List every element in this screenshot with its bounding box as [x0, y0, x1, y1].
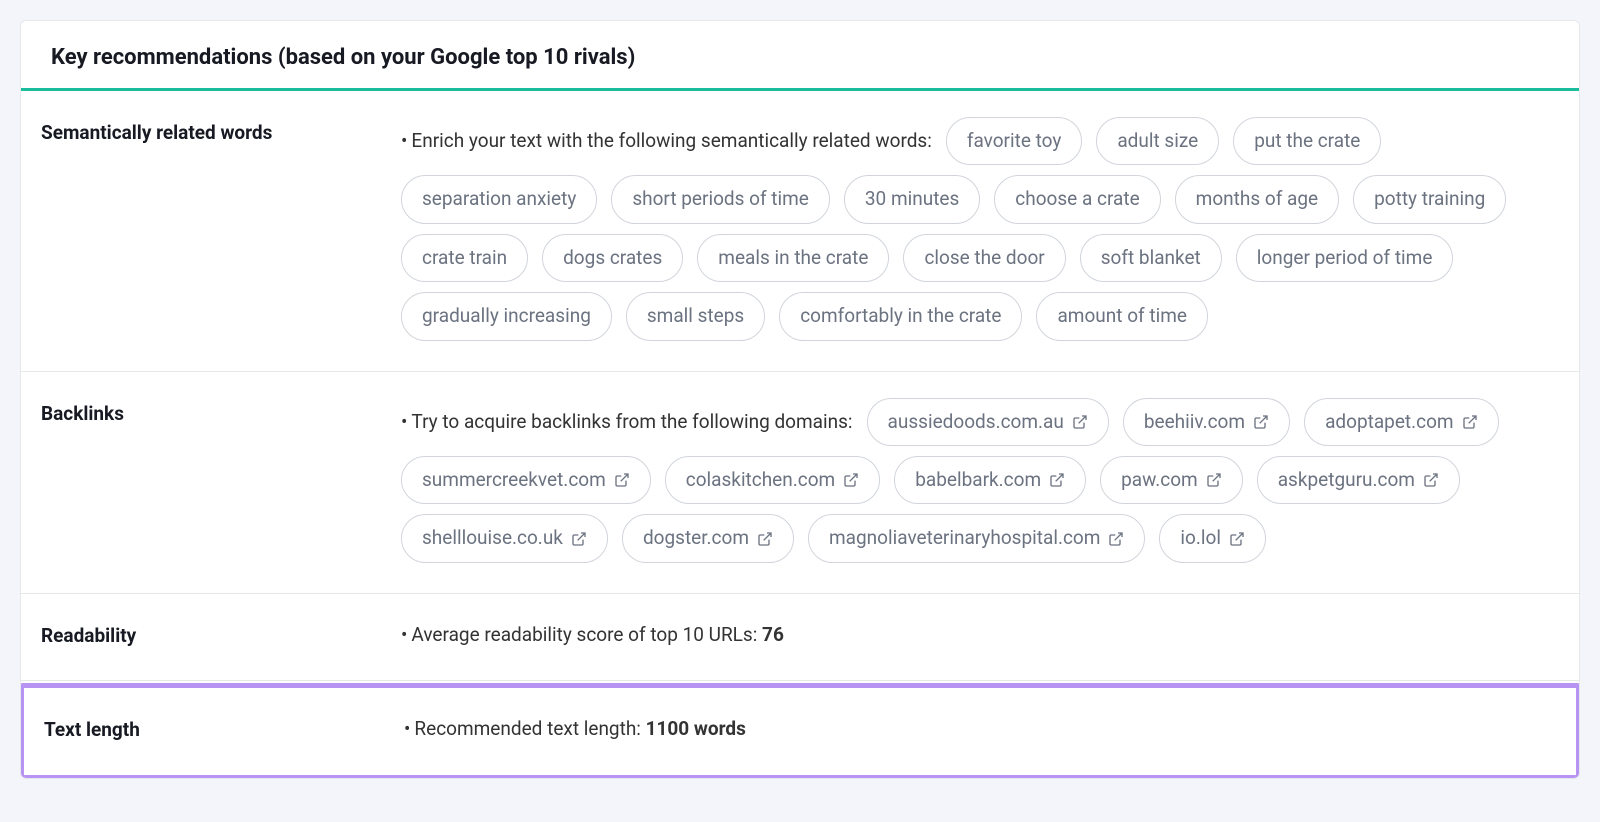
semantic-word-pill[interactable]: close the door [903, 234, 1065, 282]
external-link-icon [757, 531, 773, 547]
backlink-domain-pill[interactable]: askpetguru.com [1257, 456, 1460, 504]
semantic-word-pill[interactable]: longer period of time [1236, 234, 1454, 282]
external-link-icon [571, 531, 587, 547]
external-link-icon [614, 472, 630, 488]
semantic-lead: •Enrich your text with the following sem… [401, 119, 932, 163]
textlength-text: Recommended text length: [414, 717, 640, 740]
semantic-word-pill[interactable]: amount of time [1036, 292, 1207, 340]
semantic-word-pill[interactable]: months of age [1175, 175, 1339, 223]
section-semantic-words: Semantically related words •Enrich your … [21, 91, 1579, 372]
external-link-icon [1108, 531, 1124, 547]
semantic-word-pill[interactable]: short periods of time [611, 175, 830, 223]
backlink-domain-pill[interactable]: babelbark.com [894, 456, 1086, 504]
external-link-icon [1072, 414, 1088, 430]
section-content-semantic: •Enrich your text with the following sem… [401, 117, 1549, 341]
section-content-readability: •Average readability score of top 10 URL… [401, 620, 1549, 650]
semantic-word-pill[interactable]: meals in the crate [697, 234, 889, 282]
external-link-icon [1462, 414, 1478, 430]
semantic-word-pill[interactable]: 30 minutes [844, 175, 980, 223]
section-content-backlinks: •Try to acquire backlinks from the follo… [401, 398, 1549, 563]
backlink-domain-pill[interactable]: paw.com [1100, 456, 1243, 504]
semantic-word-pill[interactable]: adult size [1096, 117, 1219, 165]
external-link-icon [1423, 472, 1439, 488]
external-link-icon [1253, 414, 1269, 430]
semantic-word-pill[interactable]: potty training [1353, 175, 1506, 223]
section-label-textlength: Text length [44, 714, 404, 744]
section-label-readability: Readability [41, 620, 401, 650]
semantic-word-pill[interactable]: crate train [401, 234, 528, 282]
external-link-icon [1229, 531, 1245, 547]
semantic-word-pill[interactable]: small steps [626, 292, 765, 340]
backlink-domain-pill[interactable]: aussiedoods.com.au [867, 398, 1109, 446]
section-text-length-highlight: Text length •Recommended text length: 11… [20, 683, 1580, 778]
card-title: Key recommendations (based on your Googl… [51, 45, 1549, 70]
section-backlinks: Backlinks •Try to acquire backlinks from… [21, 372, 1579, 594]
external-link-icon [1049, 472, 1065, 488]
readability-value: 76 [762, 623, 784, 646]
backlink-domain-pill[interactable]: magnoliaveterinaryhospital.com [808, 514, 1145, 562]
semantic-word-pill[interactable]: dogs crates [542, 234, 683, 282]
semantic-word-pill[interactable]: gradually increasing [401, 292, 612, 340]
semantic-word-pill[interactable]: separation anxiety [401, 175, 597, 223]
section-text-length: Text length •Recommended text length: 11… [24, 688, 1576, 774]
semantic-word-pill[interactable]: soft blanket [1080, 234, 1222, 282]
backlinks-lead: •Try to acquire backlinks from the follo… [401, 400, 853, 444]
semantic-pill-row: •Enrich your text with the following sem… [401, 117, 1549, 341]
textlength-value: 1100 words [646, 717, 746, 740]
semantic-word-pill[interactable]: comfortably in the crate [779, 292, 1022, 340]
section-readability: Readability •Average readability score o… [21, 594, 1579, 681]
external-link-icon [1206, 472, 1222, 488]
section-content-textlength: •Recommended text length: 1100 words [404, 714, 1546, 744]
backlink-domain-pill[interactable]: dogster.com [622, 514, 794, 562]
backlink-domain-pill[interactable]: summercreekvet.com [401, 456, 651, 504]
backlinks-pill-row: •Try to acquire backlinks from the follo… [401, 398, 1549, 563]
section-label-backlinks: Backlinks [41, 398, 401, 563]
backlink-domain-pill[interactable]: adoptapet.com [1304, 398, 1499, 446]
semantic-word-pill[interactable]: choose a crate [994, 175, 1160, 223]
backlink-domain-pill[interactable]: colaskitchen.com [665, 456, 880, 504]
recommendations-card: Key recommendations (based on your Googl… [20, 20, 1580, 779]
semantic-word-pill[interactable]: put the crate [1233, 117, 1381, 165]
section-label-semantic: Semantically related words [41, 117, 401, 341]
card-header: Key recommendations (based on your Googl… [21, 21, 1579, 91]
backlink-domain-pill[interactable]: shelllouise.co.uk [401, 514, 608, 562]
backlink-domain-pill[interactable]: beehiiv.com [1123, 398, 1290, 446]
external-link-icon [843, 472, 859, 488]
backlink-domain-pill[interactable]: io.lol [1159, 514, 1266, 562]
readability-text: Average readability score of top 10 URLs… [411, 623, 757, 646]
semantic-word-pill[interactable]: favorite toy [946, 117, 1082, 165]
